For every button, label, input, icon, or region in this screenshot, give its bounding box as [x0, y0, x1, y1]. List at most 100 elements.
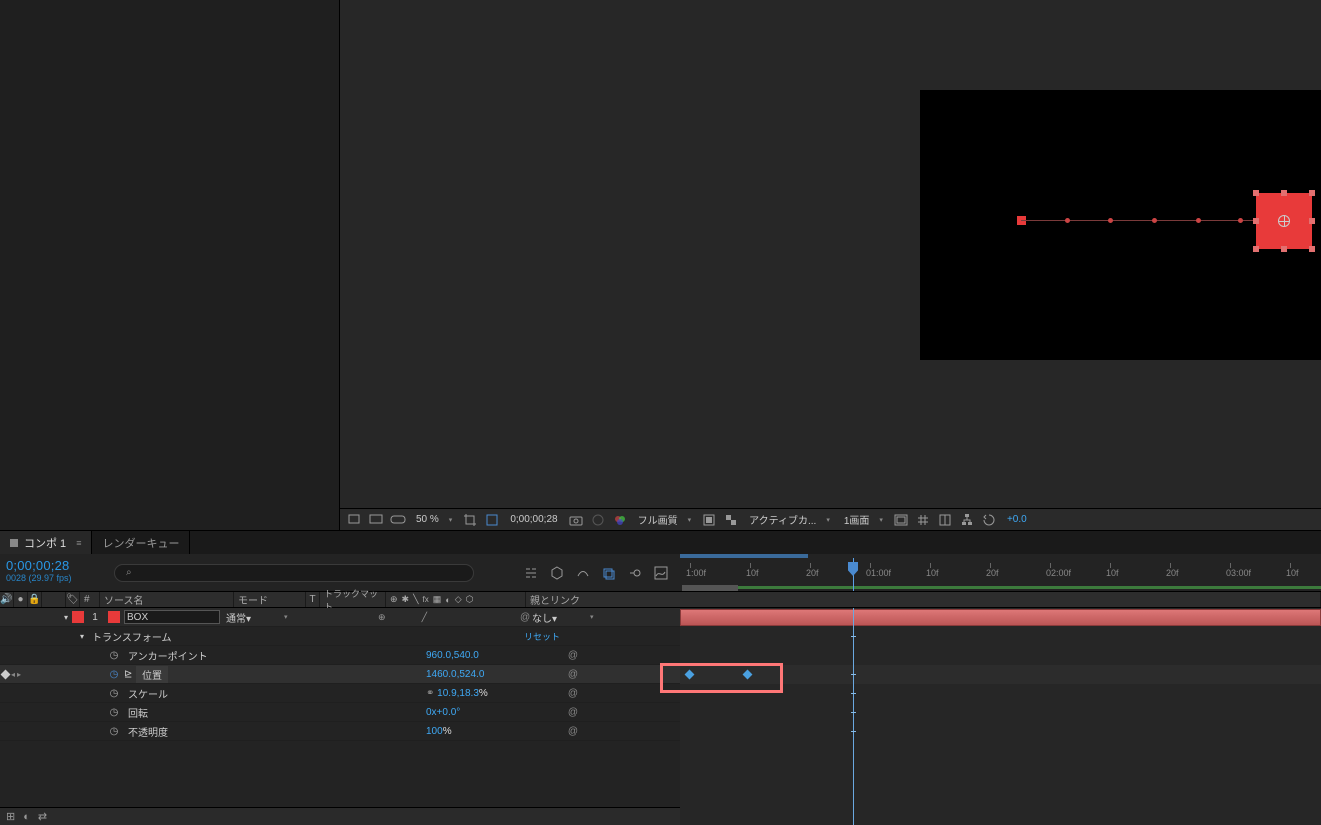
- col-index[interactable]: #: [80, 592, 100, 607]
- rotation-row[interactable]: ◷ 回転 0x+0.0° @: [0, 703, 680, 722]
- stopwatch-icon[interactable]: ◷: [108, 706, 120, 718]
- rotation-value[interactable]: 0x+0.0°: [426, 707, 566, 718]
- toggle-switches-icon[interactable]: ⊞: [6, 810, 15, 823]
- draft3d-icon[interactable]: [548, 564, 566, 582]
- bbox-handle[interactable]: [1253, 190, 1259, 196]
- position-value[interactable]: 1460.0,524.0: [426, 669, 566, 680]
- opacity-row[interactable]: ◷ 不透明度 100% @: [0, 722, 680, 741]
- views-dropdown[interactable]: 1画面: [840, 512, 887, 527]
- scale-row[interactable]: ◷ スケール ⚭ 10.9,18.3% @: [0, 684, 680, 703]
- frame-blend-icon[interactable]: [600, 564, 618, 582]
- current-timecode[interactable]: 0;00;00;28: [6, 558, 94, 573]
- bbox-handle[interactable]: [1281, 190, 1287, 196]
- layer-color-swatch[interactable]: [72, 611, 84, 623]
- zoom-dropdown[interactable]: 50 %: [412, 514, 456, 525]
- tab-menu-icon[interactable]: ≡: [76, 538, 81, 548]
- col-label-icon[interactable]: 🏷: [66, 592, 80, 607]
- motion-blur-icon[interactable]: [626, 564, 644, 582]
- playhead-handle[interactable]: [848, 562, 858, 576]
- marker-icon[interactable]: [346, 512, 362, 528]
- transform-group-row[interactable]: ▾ トランスフォーム リセット: [0, 627, 680, 646]
- col-source-name[interactable]: ソース名: [100, 592, 234, 607]
- comp-mini-flowchart-icon[interactable]: [522, 564, 540, 582]
- bbox-handle[interactable]: [1309, 218, 1315, 224]
- opacity-value[interactable]: 100: [426, 726, 443, 737]
- tab-render-queue[interactable]: レンダーキュー: [92, 531, 190, 554]
- composition-canvas[interactable]: [920, 90, 1321, 360]
- parent-dropdown[interactable]: なし: [532, 610, 586, 624]
- mask-icon[interactable]: [484, 512, 500, 528]
- viewer-timecode[interactable]: 0;00;00;28: [506, 514, 561, 525]
- reset-exposure-icon[interactable]: [981, 512, 997, 528]
- crop-icon[interactable]: [462, 512, 478, 528]
- tab-comp1[interactable]: コンポ 1 ≡: [0, 531, 92, 554]
- blend-mode-dropdown[interactable]: 通常: [226, 610, 280, 624]
- col-track-matte[interactable]: トラックマット: [320, 592, 386, 607]
- exposure-value[interactable]: +0.0: [1003, 514, 1031, 525]
- bbox-handle[interactable]: [1309, 190, 1315, 196]
- timeline-search-input[interactable]: [114, 564, 474, 582]
- pickwhip-icon[interactable]: @: [518, 612, 532, 623]
- keyframe-diamond[interactable]: [743, 670, 753, 680]
- anchor-point-row[interactable]: ◷ アンカーポイント 960.0,540.0 @: [0, 646, 680, 665]
- col-visibility-icon[interactable]: ●: [14, 592, 28, 607]
- stopwatch-icon[interactable]: ◷: [108, 725, 120, 737]
- col-audio-icon[interactable]: 🔊: [0, 592, 14, 607]
- timeline-track-area[interactable]: [680, 608, 1321, 825]
- bbox-handle[interactable]: [1253, 218, 1259, 224]
- stopwatch-icon[interactable]: ◷: [108, 649, 120, 661]
- anchor-value[interactable]: 960.0,540.0: [426, 650, 566, 661]
- keyframe-diamond[interactable]: [685, 670, 695, 680]
- reset-link[interactable]: リセット: [524, 630, 560, 643]
- bbox-handle[interactable]: [1281, 246, 1287, 252]
- toggle-modes-icon[interactable]: ◐: [23, 811, 30, 823]
- camera-dropdown[interactable]: アクティブカ...: [745, 512, 834, 527]
- switch-solo-icon[interactable]: ╱: [422, 612, 427, 623]
- safe-zones-icon[interactable]: [893, 512, 909, 528]
- transparency-grid-icon[interactable]: [723, 512, 739, 528]
- twirl-down-icon[interactable]: ▾: [76, 632, 88, 641]
- show-snapshot-icon[interactable]: [590, 512, 606, 528]
- toggle-in-out-icon[interactable]: ⇄: [38, 810, 47, 823]
- monitor-icon[interactable]: [368, 512, 384, 528]
- grid-icon[interactable]: [915, 512, 931, 528]
- work-area-bar[interactable]: [682, 585, 738, 591]
- position-row[interactable]: ◂▸ ◷ ⊵ 位置 1460.0,524.0 @: [0, 665, 680, 684]
- resolution-dropdown[interactable]: フル画質: [634, 512, 696, 527]
- twirl-down-icon[interactable]: ▾: [60, 613, 72, 622]
- stopwatch-icon[interactable]: ◷: [108, 668, 120, 680]
- next-keyframe-icon[interactable]: ▸: [17, 670, 21, 679]
- shy-icon[interactable]: [574, 564, 592, 582]
- constrain-proportions-icon[interactable]: ⚭: [426, 688, 437, 699]
- time-navigator-bar[interactable]: [680, 554, 808, 558]
- expression-pickwhip-icon[interactable]: @: [566, 650, 580, 661]
- scale-value[interactable]: 10.9,18.3: [437, 688, 479, 699]
- ruler-label: 01:00f: [866, 568, 891, 578]
- add-keyframe-diamond-icon[interactable]: [1, 669, 11, 679]
- expression-pickwhip-icon[interactable]: @: [566, 688, 580, 699]
- bbox-handle[interactable]: [1253, 246, 1259, 252]
- col-trkmat-t[interactable]: T: [306, 592, 320, 607]
- vr-goggles-icon[interactable]: [390, 512, 406, 528]
- layer-name-input[interactable]: [124, 610, 220, 624]
- col-parent[interactable]: 親とリンク: [526, 592, 1321, 607]
- timeline-ruler-area[interactable]: 1:00f10f20f01:00f10f20f02:00f10f20f03:00…: [680, 554, 1321, 591]
- separate-dimensions-icon[interactable]: ⊵: [124, 669, 136, 680]
- channels-icon[interactable]: [612, 512, 628, 528]
- guides-icon[interactable]: [937, 512, 953, 528]
- expression-pickwhip-icon[interactable]: @: [566, 707, 580, 718]
- graph-editor-icon[interactable]: [652, 564, 670, 582]
- layer-duration-bar[interactable]: [680, 609, 1321, 626]
- roi-icon[interactable]: [701, 512, 717, 528]
- stopwatch-icon[interactable]: ◷: [108, 687, 120, 699]
- prev-keyframe-icon[interactable]: ◂: [11, 670, 15, 679]
- bbox-handle[interactable]: [1309, 246, 1315, 252]
- layer-row-1[interactable]: ▾ 1 通常▾ ⊕╱ @ なし▾: [0, 608, 680, 627]
- expression-pickwhip-icon[interactable]: @: [566, 726, 580, 737]
- col-lock-icon[interactable]: 🔒: [28, 592, 42, 607]
- col-mode[interactable]: モード: [234, 592, 306, 607]
- snapshot-icon[interactable]: [568, 512, 584, 528]
- switch-shy-icon[interactable]: ⊕: [378, 612, 386, 623]
- expression-pickwhip-icon[interactable]: @: [566, 669, 580, 680]
- flowchart-icon[interactable]: [959, 512, 975, 528]
